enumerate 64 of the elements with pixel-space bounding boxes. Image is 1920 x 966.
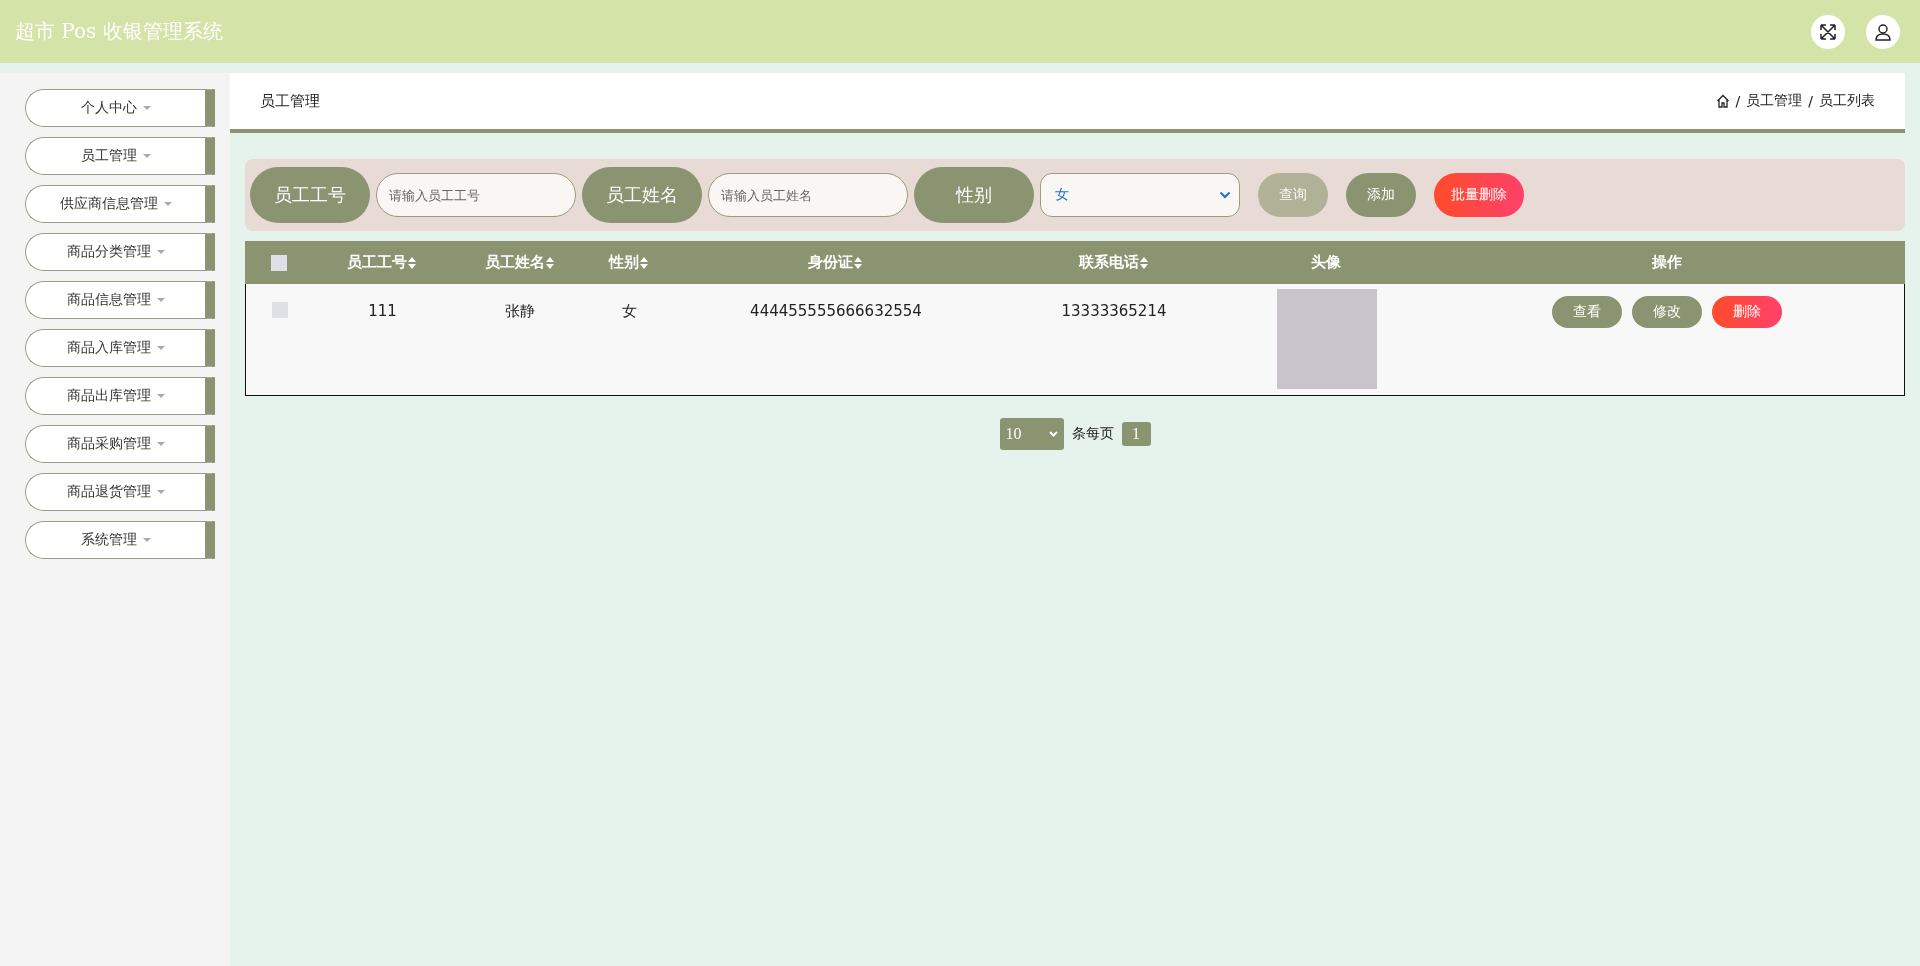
page-size-select[interactable]: 10 <box>999 418 1064 450</box>
page-title: 员工管理 <box>260 91 321 111</box>
app-title: 超市 Pos 收银管理系统 <box>15 18 224 45</box>
column-header[interactable]: 联系电话 <box>1078 253 1139 272</box>
sidebar-item[interactable]: 个人中心 <box>25 89 215 127</box>
sort-icon[interactable] <box>408 256 416 269</box>
breadcrumb-separator: / <box>1735 93 1741 109</box>
caret-icon <box>156 298 165 302</box>
sidebar-item[interactable]: 供应商信息管理 <box>25 185 215 223</box>
column-header[interactable]: 性别 <box>608 253 639 272</box>
sidebar-item[interactable]: 员工管理 <box>25 137 215 175</box>
sidebar-item[interactable]: 系统管理 <box>25 521 215 559</box>
table-cell-text: 张静 <box>505 302 535 322</box>
search-bar-button[interactable]: 添加 <box>1346 173 1416 217</box>
row-action-button[interactable]: 查看 <box>1551 296 1622 328</box>
caret-icon <box>142 154 151 158</box>
sidebar-item[interactable]: 商品信息管理 <box>25 281 215 319</box>
caret-icon <box>156 394 165 398</box>
sidebar-item[interactable]: 商品退货管理 <box>25 473 215 511</box>
caret-icon <box>156 442 165 446</box>
caret-icon <box>142 538 151 542</box>
table-cell-text: 111 <box>368 302 397 322</box>
field-label: 性别 <box>914 167 1034 223</box>
breadcrumb-item[interactable]: 员工列表 <box>1819 92 1875 110</box>
search-field[interactable]: 请输入员工工号 <box>376 173 576 217</box>
chevron-down-icon <box>1219 191 1231 199</box>
sidebar-item[interactable]: 商品出库管理 <box>25 377 215 415</box>
chevron-down-icon <box>1048 431 1058 437</box>
table-cell-text: 444455555666632554 <box>750 302 922 322</box>
breadcrumb-item[interactable]: 员工管理 <box>1746 92 1803 110</box>
page-number[interactable]: 1 <box>1121 422 1151 446</box>
sidebar-item[interactable]: 商品采购管理 <box>25 425 215 463</box>
delete-button[interactable]: 删除 <box>1711 296 1782 328</box>
column-header[interactable]: 员工工号 <box>347 253 407 272</box>
sidebar-item[interactable]: 商品入库管理 <box>25 329 215 367</box>
user-icon[interactable] <box>1866 14 1900 49</box>
table-cell-text: 女 <box>621 302 637 322</box>
sort-icon[interactable] <box>854 256 862 269</box>
column-header[interactable]: 员工姓名 <box>484 253 545 272</box>
gender-select[interactable]: 女 <box>1040 173 1240 217</box>
table-cell-text: 13333365214 <box>1061 302 1167 322</box>
column-header[interactable]: 身份证 <box>808 253 853 272</box>
sort-icon[interactable] <box>639 256 648 269</box>
breadcrumb-separator: / <box>1808 93 1813 109</box>
row-checkbox[interactable] <box>272 302 288 318</box>
caret-icon <box>163 202 172 206</box>
select-all-checkbox[interactable] <box>271 254 287 271</box>
field-label: 员工姓名 <box>582 167 702 223</box>
caret-icon <box>142 106 151 110</box>
sidebar-item[interactable]: 商品分类管理 <box>25 233 215 271</box>
search-field[interactable]: 请输入员工姓名 <box>708 173 908 217</box>
caret-icon <box>156 250 165 254</box>
page-size-label: 条每页 <box>1071 425 1114 443</box>
caret-icon <box>156 346 165 350</box>
field-label: 员工工号 <box>250 167 370 223</box>
sort-icon[interactable] <box>545 256 554 269</box>
sort-icon[interactable] <box>1139 256 1148 269</box>
caret-icon <box>156 490 165 494</box>
column-header: 头像 <box>1311 253 1341 272</box>
home-icon[interactable] <box>1715 94 1730 108</box>
row-action-button[interactable]: 修改 <box>1631 296 1702 328</box>
batch-delete-button[interactable]: 批量删除 <box>1434 173 1524 217</box>
column-header: 操作 <box>1651 253 1682 272</box>
fullscreen-icon[interactable] <box>1811 14 1845 49</box>
